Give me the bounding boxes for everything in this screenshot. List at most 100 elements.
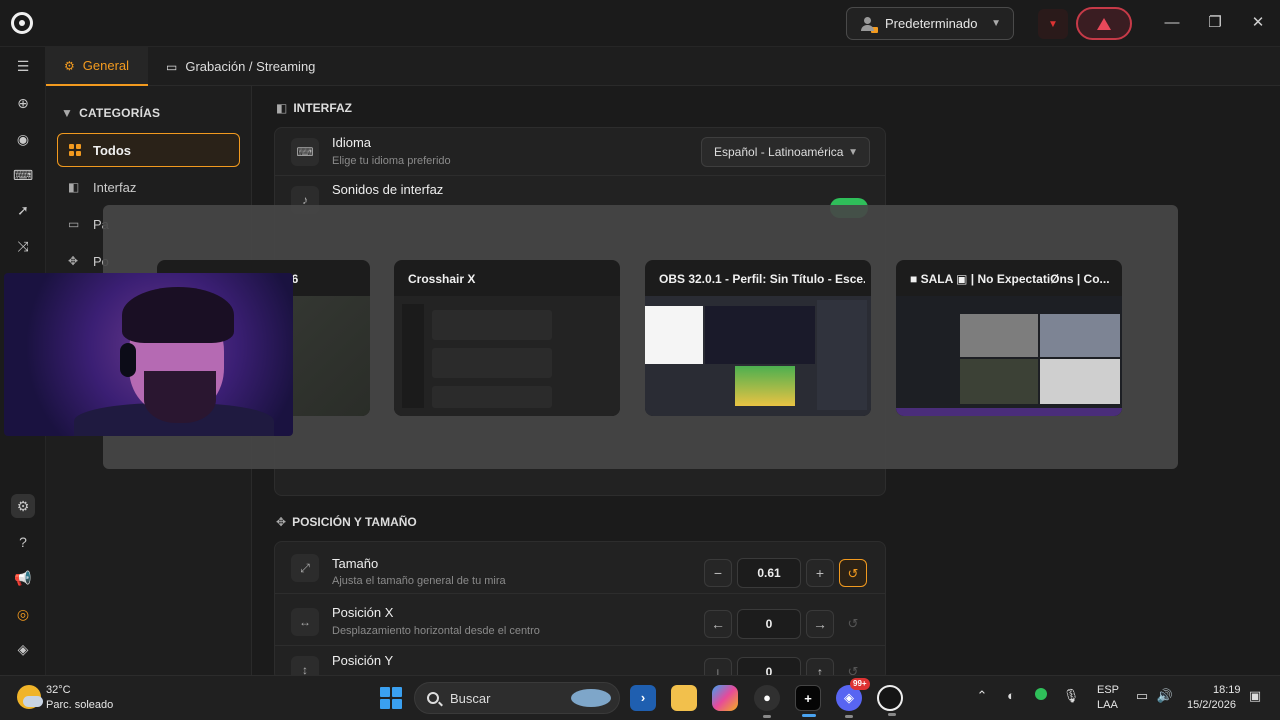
tab-general[interactable]: ⚙ General (46, 47, 148, 86)
title-bar: Predeterminado ▼ ▼ — ❐ ✕ (0, 0, 1280, 47)
position-x-value[interactable]: 0 (737, 609, 801, 639)
layout-icon: ◧ (276, 101, 288, 115)
crosshair-icon[interactable]: ⊕ (11, 91, 35, 115)
discord-icon[interactable]: ◈ (11, 637, 35, 661)
row-title: Posición X (332, 605, 394, 620)
monitor-icon: ▭ (68, 217, 80, 231)
category-all[interactable]: Todos (57, 133, 240, 167)
weather-icon[interactable] (17, 685, 43, 709)
shuffle-icon[interactable]: ⤨ (11, 234, 35, 258)
row-subtitle: Elige tu idioma preferido (332, 155, 451, 167)
alert-button[interactable] (1076, 7, 1132, 40)
webcam-overlay (4, 273, 293, 436)
discord-icon[interactable]: ◈ 99+ (836, 678, 870, 718)
chevron-up-icon[interactable]: ⌃ (972, 688, 992, 704)
status-dot-icon[interactable] (1031, 688, 1051, 703)
chevron-down-icon: ▼ (848, 146, 858, 158)
cursor-icon[interactable]: ➚ (11, 198, 35, 222)
decrease-button[interactable]: ← (704, 610, 732, 638)
clock-date[interactable]: 15/2/2026 (1187, 699, 1236, 711)
resize-icon: ⤢ (291, 554, 319, 582)
video-camera-icon: ▭ (166, 59, 178, 74)
move-icon: ✥ (276, 515, 287, 529)
webcam-subject (122, 287, 234, 343)
size-row: ⤢ Tamaño Ajusta el tamaño general de tu … (275, 542, 885, 594)
volume-icon[interactable]: 🔊 (1155, 688, 1175, 704)
window-thumbnail[interactable]: Crosshair X (394, 260, 620, 416)
app-logo-icon (11, 12, 33, 34)
close-icon[interactable]: ✕ (1246, 12, 1270, 34)
language-icon: ⌨ (291, 138, 319, 166)
search-placeholder: Buscar (450, 690, 491, 706)
window-title: OBS 32.0.1 - Perfil: Sin Título - Esce..… (659, 272, 865, 286)
gear-icon: ⚙ (64, 58, 75, 73)
input-language[interactable]: ESP (1097, 684, 1119, 696)
restore-icon[interactable]: ❐ (1203, 12, 1227, 34)
position-section-title: ✥ POSICIÓN Y TAMAÑO (276, 515, 417, 529)
language-select[interactable]: Español - Latinoamérica ▼ (701, 137, 870, 167)
tab-recording-streaming[interactable]: ▭ Grabación / Streaming (166, 47, 336, 86)
support-icon[interactable]: ◎ (11, 602, 35, 626)
move-icon: ✥ (68, 254, 79, 268)
weather-text[interactable]: Parc. soleado (46, 699, 113, 711)
horizontal-arrows-icon: ↔ (291, 608, 319, 636)
settings-icon[interactable]: ⚙ (11, 494, 35, 518)
increase-button[interactable]: + (806, 559, 834, 587)
chevron-down-icon: ▼ (991, 18, 1001, 29)
notification-icon[interactable]: ▣ (1245, 688, 1265, 704)
minimize-icon[interactable]: — (1160, 12, 1184, 34)
tab-label: Grabación / Streaming (185, 59, 316, 74)
row-title: Posición Y (332, 653, 394, 668)
steam-icon[interactable]: ◐ (1001, 688, 1021, 703)
window-preview (645, 296, 871, 416)
size-value[interactable]: 0.61 (737, 558, 801, 588)
taskbar-search[interactable]: Buscar (414, 682, 620, 714)
category-label: Interfaz (93, 179, 137, 195)
temperature[interactable]: 32°C (46, 684, 71, 696)
position-x-row: ↔ Posición X Desplazamiento horizontal d… (275, 598, 885, 646)
decrease-button[interactable]: − (704, 559, 732, 587)
window-thumbnail[interactable]: OBS 32.0.1 - Perfil: Sin Título - Esce..… (645, 260, 871, 416)
clock-time[interactable]: 18:19 (1213, 684, 1241, 696)
interface-section-title: ◧ INTERFAZ (276, 101, 353, 115)
help-icon[interactable]: ? (11, 530, 35, 554)
window-title: Crosshair X (408, 272, 476, 286)
keyboard-layout[interactable]: LAA (1097, 699, 1118, 711)
announcement-icon[interactable]: 📢 (11, 566, 35, 590)
reset-icon[interactable]: ↺ (839, 559, 867, 587)
microphone-icon[interactable]: 🎙 (1061, 688, 1081, 704)
user-lock-icon (861, 16, 878, 33)
crosshair-app-icon[interactable]: + (795, 685, 821, 717)
terminal-app-icon[interactable]: › (630, 685, 656, 711)
start-icon[interactable] (380, 687, 402, 709)
window-thumbnail[interactable]: ■ SALA ▣ | No ExpectatiØns | Co... (896, 260, 1122, 416)
palette-icon[interactable]: ◉ (11, 127, 35, 151)
update-dropdown-button[interactable]: ▼ (1038, 9, 1068, 39)
tab-bar: ⚙ General ▭ Grabación / Streaming (46, 47, 1280, 86)
keyboard-icon[interactable]: ⌨ (11, 163, 35, 187)
category-label: Todos (93, 142, 132, 158)
filter-icon: ▼ (61, 106, 74, 120)
app-logo-icon[interactable] (877, 685, 903, 716)
file-explorer-icon[interactable] (671, 685, 697, 711)
increase-button[interactable]: → (806, 610, 834, 638)
menu-icon[interactable]: ☰ (11, 54, 35, 78)
row-subtitle: Ajusta el tamaño general de tu mira (332, 575, 506, 587)
grid-icon (69, 144, 81, 156)
layout-icon: ◧ (68, 180, 80, 194)
warning-icon (1097, 17, 1111, 30)
headphones-icon (120, 343, 136, 377)
window-preview (896, 296, 1122, 416)
categories-heading: ▼ CATEGORÍAS (61, 106, 161, 120)
profile-selector[interactable]: Predeterminado ▼ (846, 7, 1014, 40)
language-value: Español - Latinoamérica (714, 145, 844, 159)
category-interface[interactable]: ◧ Interfaz (57, 170, 240, 204)
row-title: Sonidos de interfaz (332, 182, 444, 197)
position-card: ⤢ Tamaño Ajusta el tamaño general de tu … (274, 541, 886, 687)
reset-icon[interactable]: ↺ (839, 610, 867, 638)
notification-badge: 99+ (850, 678, 870, 690)
obs-icon[interactable]: ● (754, 685, 780, 718)
copilot-icon[interactable] (712, 685, 738, 711)
monitor-icon[interactable]: ▭ (1132, 688, 1152, 704)
window-preview (394, 296, 620, 416)
